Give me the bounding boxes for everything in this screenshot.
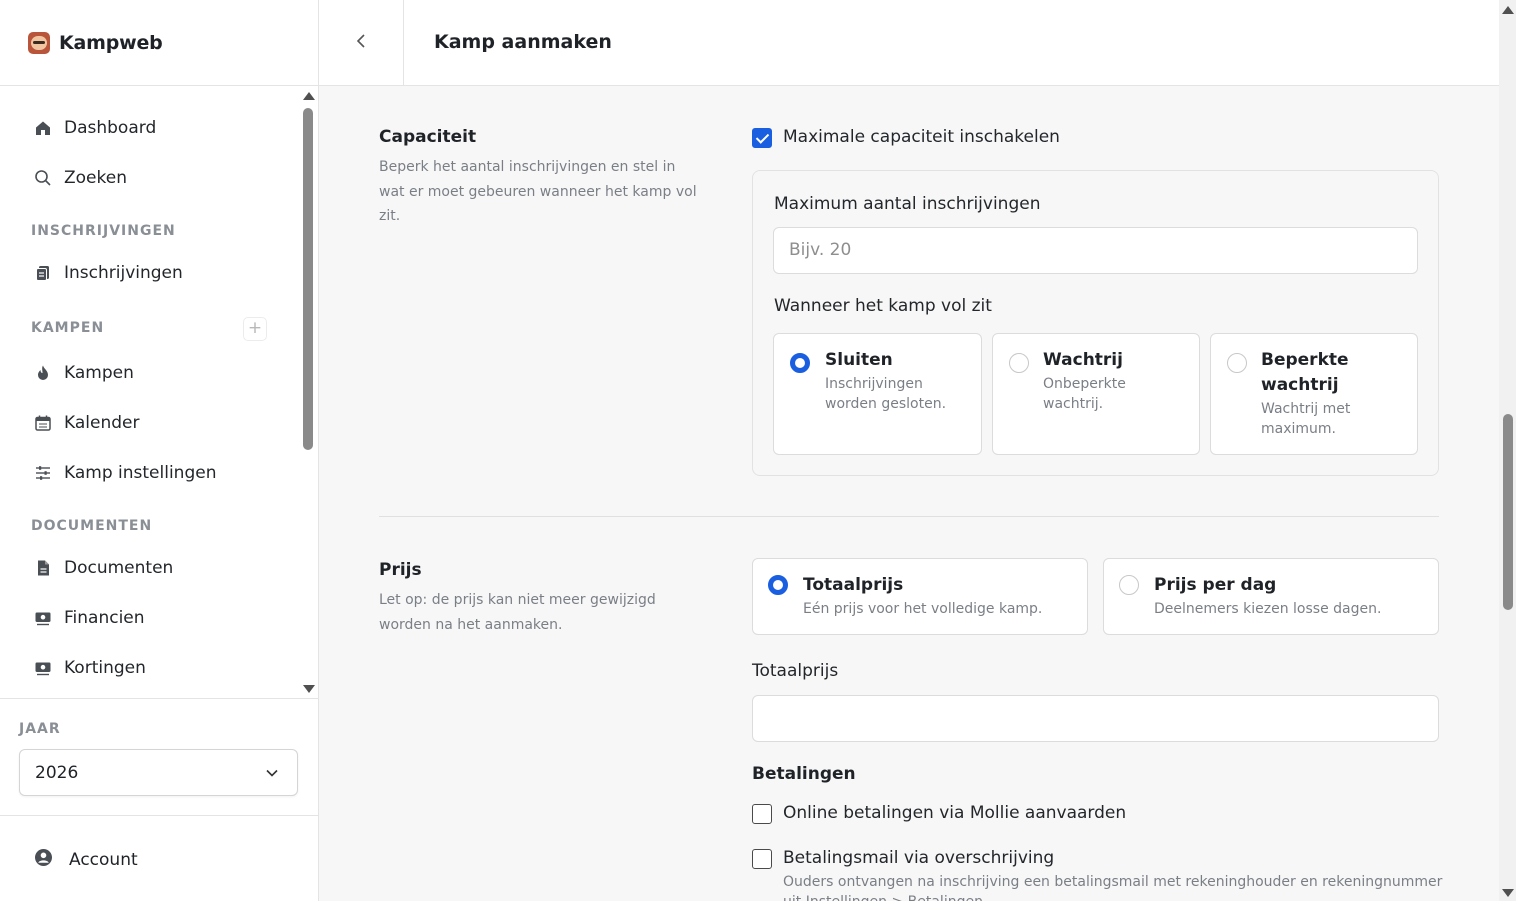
sidebar-item-label: Documenten xyxy=(64,558,174,578)
back-button[interactable] xyxy=(319,0,404,85)
prijs-description: Let op: de prijs kan niet meer gewijzigd… xyxy=(379,592,656,633)
sidebar-scrollbar[interactable] xyxy=(300,86,318,698)
sidebar-item-label: Zoeken xyxy=(64,168,127,188)
fire-icon xyxy=(34,364,52,382)
mollie-label: Online betalingen via Mollie aanvaarden xyxy=(783,803,1127,823)
option-title: Sluiten xyxy=(825,350,893,370)
radio-sluiten[interactable] xyxy=(790,353,810,373)
section-documenten: DOCUMENTEN xyxy=(31,518,153,534)
add-kamp-button[interactable]: + xyxy=(243,317,267,341)
sidebar-item-label: Kalender xyxy=(64,413,140,433)
chevron-left-icon xyxy=(354,33,368,53)
sidebar-item-label: Dashboard xyxy=(64,118,157,138)
totaalprijs-input[interactable] xyxy=(752,695,1439,742)
option-prijs-per-dag[interactable]: Prijs per dag Deelnemers kiezen losse da… xyxy=(1103,558,1439,635)
sidebar-item-label: Inschrijvingen xyxy=(64,263,183,283)
sidebar-item-kamp-instellingen[interactable]: Kamp instellingen xyxy=(34,460,216,486)
capaciteit-description: Beperk het aantal inschrijvingen en stel… xyxy=(379,159,697,224)
sidebar-item-zoeken[interactable]: Zoeken xyxy=(34,165,127,191)
scrollbar-thumb[interactable] xyxy=(303,108,313,450)
section-kampen: KAMPEN xyxy=(31,320,105,336)
option-sluiten[interactable]: Sluiten Inschrijvingen worden gesloten. xyxy=(773,333,982,455)
mollie-checkbox[interactable] xyxy=(752,804,772,824)
radio-totaalprijs[interactable] xyxy=(768,575,788,595)
document-icon xyxy=(34,559,52,577)
calendar-icon xyxy=(34,414,52,432)
option-title: Wachtrij xyxy=(1043,350,1123,370)
capacity-enable-checkbox[interactable] xyxy=(752,128,772,148)
overschrijving-label: Betalingsmail via overschrijving xyxy=(783,848,1055,868)
option-title: Prijs per dag xyxy=(1154,575,1277,595)
main-scrollbar[interactable] xyxy=(1499,0,1516,901)
overschrijving-checkbox[interactable] xyxy=(752,849,772,869)
year-selector-block: JAAR 2026 xyxy=(0,698,318,816)
section-inschrijvingen: INSCHRIJVINGEN xyxy=(31,223,176,239)
search-icon xyxy=(34,169,52,187)
capacity-enable-label: Maximale capaciteit inschakelen xyxy=(783,127,1060,147)
overschrijving-hint: Ouders ontvangen na inschrijving een bet… xyxy=(783,874,1443,901)
betalingen-heading: Betalingen xyxy=(752,764,856,784)
radio-beperkte-wachtrij[interactable] xyxy=(1227,353,1247,373)
scroll-up-arrow-icon[interactable] xyxy=(303,92,315,100)
option-description: Wachtrij met maximum. xyxy=(1261,401,1351,437)
option-description: Inschrijvingen worden gesloten. xyxy=(825,376,947,412)
sidebar-item-kampen[interactable]: Kampen xyxy=(34,360,134,386)
scroll-down-arrow-icon[interactable] xyxy=(1502,889,1514,897)
sidebar-item-label: Kampen xyxy=(64,363,134,383)
radio-prijs-per-dag[interactable] xyxy=(1119,575,1139,595)
sidebar-item-documenten[interactable]: Documenten xyxy=(34,555,173,581)
sidebar: Kampweb Dashboard Zoeken INSCHRIJVINGEN … xyxy=(0,0,319,901)
max-inschrijvingen-input[interactable]: Bijv. 20 xyxy=(773,227,1418,274)
capacity-panel: Maximum aantal inschrijvingen Bijv. 20 W… xyxy=(752,170,1439,476)
app-name: Kampweb xyxy=(59,31,163,54)
page-header: Kamp aanmaken xyxy=(319,0,1499,86)
option-description: Onbeperkte wachtrij. xyxy=(1043,376,1126,412)
sidebar-item-label: Kamp instellingen xyxy=(64,463,217,483)
option-title: Totaalprijs xyxy=(803,575,904,595)
radio-wachtrij[interactable] xyxy=(1009,353,1029,373)
option-title: Beperkte wachtrij xyxy=(1261,350,1349,395)
option-beperkte-wachtrij[interactable]: Beperkte wachtrij Wachtrij met maximum. xyxy=(1210,333,1418,455)
totaalprijs-label: Totaalprijs xyxy=(752,661,839,681)
brand[interactable]: Kampweb xyxy=(0,0,318,86)
section-divider xyxy=(379,516,1439,517)
option-totaalprijs[interactable]: Totaalprijs Eén prijs voor het volledige… xyxy=(752,558,1088,635)
scrollbar-thumb[interactable] xyxy=(1503,414,1513,610)
sidebar-item-label: Financien xyxy=(64,608,145,628)
scroll-down-arrow-icon[interactable] xyxy=(303,685,315,693)
option-description: Eén prijs voor het volledige kamp. xyxy=(803,601,1043,617)
home-icon xyxy=(34,119,52,137)
money-icon xyxy=(34,659,52,677)
page-title: Kamp aanmaken xyxy=(434,31,612,53)
year-select[interactable]: 2026 xyxy=(19,749,298,796)
capaciteit-title: Capaciteit xyxy=(379,127,477,147)
option-wachtrij[interactable]: Wachtrij Onbeperkte wachtrij. xyxy=(992,333,1200,455)
prijs-title: Prijs xyxy=(379,560,422,580)
sidebar-item-dashboard[interactable]: Dashboard xyxy=(34,115,156,141)
sidebar-item-financien[interactable]: Financien xyxy=(34,605,145,631)
scroll-up-arrow-icon[interactable] xyxy=(1502,6,1514,14)
money-icon xyxy=(34,609,52,627)
account-label: Account xyxy=(69,850,138,870)
logo-icon xyxy=(28,31,50,54)
year-value: 2026 xyxy=(35,762,79,783)
account-link[interactable]: Account xyxy=(34,848,138,872)
sliders-icon xyxy=(34,464,52,482)
chevron-down-icon xyxy=(265,765,279,785)
sidebar-item-kalender[interactable]: Kalender xyxy=(34,410,139,436)
year-label: JAAR xyxy=(19,721,61,737)
kamp-vol-label: Wanneer het kamp vol zit xyxy=(774,296,992,316)
sidebar-item-kortingen[interactable]: Kortingen xyxy=(34,655,146,681)
option-description: Deelnemers kiezen losse dagen. xyxy=(1154,601,1382,617)
user-icon xyxy=(34,848,53,872)
sidebar-item-inschrijvingen[interactable]: Inschrijvingen xyxy=(34,260,183,286)
clipboard-icon xyxy=(34,264,52,282)
max-inschrijvingen-label: Maximum aantal inschrijvingen xyxy=(774,194,1041,214)
sidebar-nav: Dashboard Zoeken INSCHRIJVINGEN Inschrij… xyxy=(0,86,300,698)
sidebar-item-label: Kortingen xyxy=(64,658,146,678)
